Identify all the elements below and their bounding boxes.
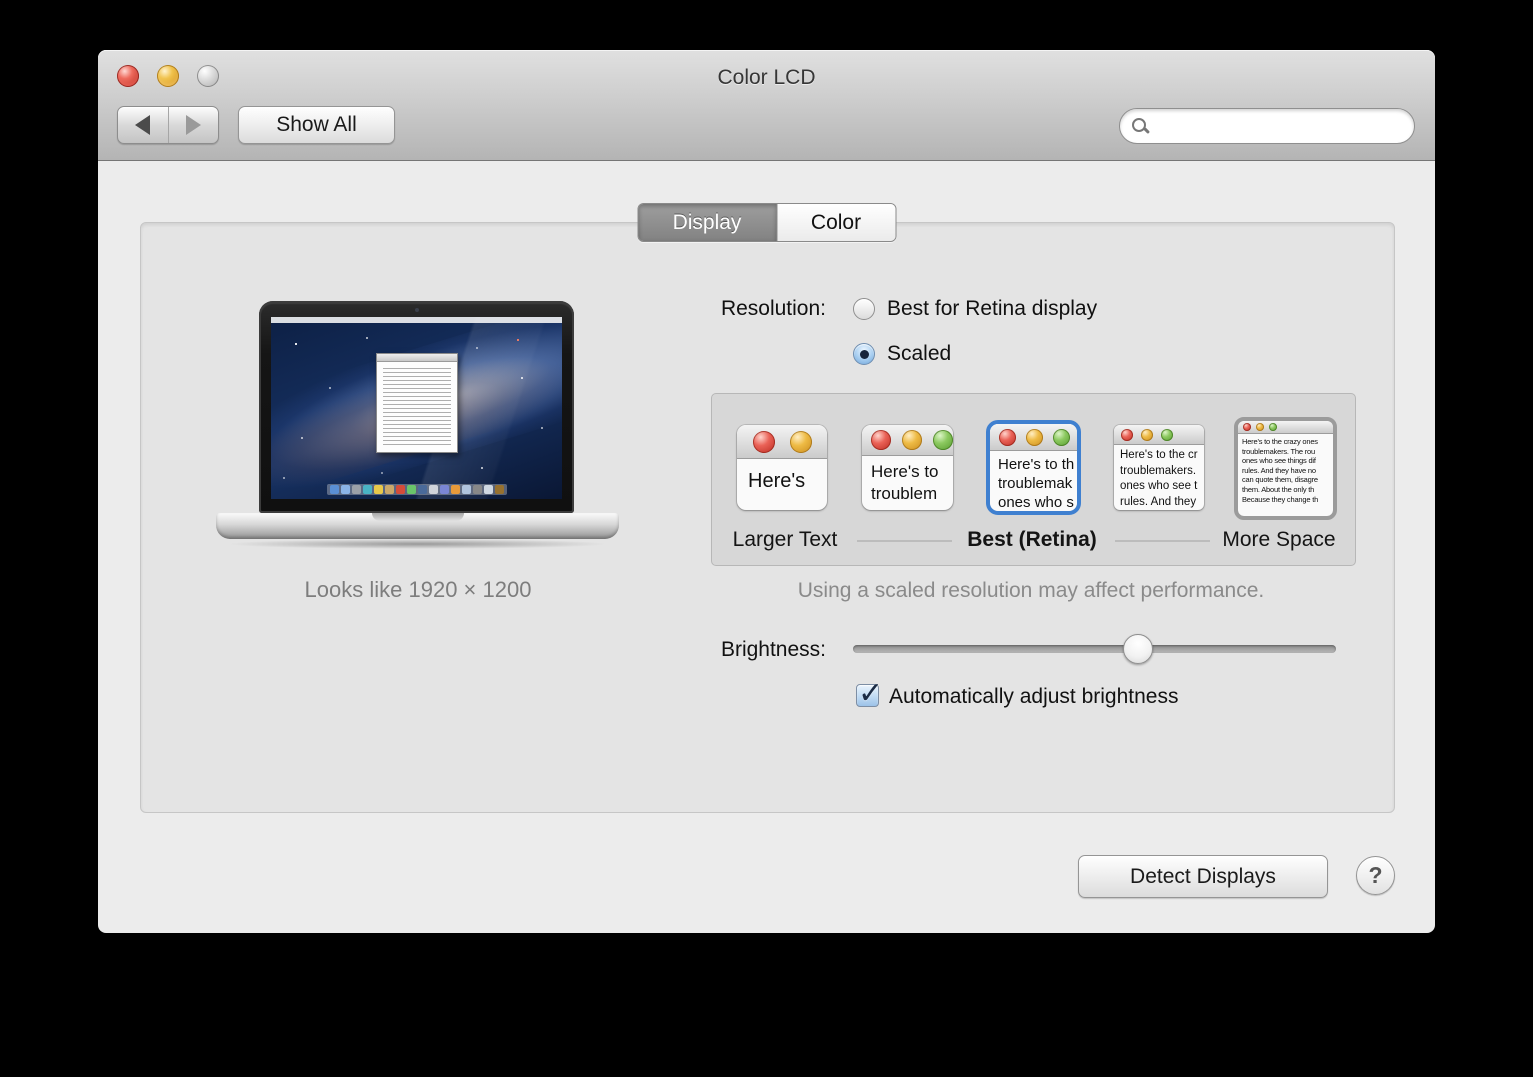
scaled-options-box: Here's Here's to troublem Here's to th t (711, 393, 1356, 566)
radio-row-best: Best for Retina display (853, 297, 1097, 321)
show-all-button[interactable]: Show All (238, 106, 395, 144)
scaled-resolution-note: Using a scaled resolution may affect per… (797, 579, 1265, 602)
auto-brightness-checkbox[interactable]: ✓ (856, 677, 883, 710)
thumb-titlebar (862, 425, 953, 456)
resolution-label: Resolution: (720, 297, 826, 320)
radio-scaled[interactable] (853, 343, 875, 365)
display-preview-image (259, 301, 574, 513)
scaled-option-4[interactable]: Here's to the cr troublemakers. ones who… (1114, 425, 1204, 510)
brightness-track[interactable] (853, 645, 1336, 653)
scaled-option-more-space[interactable]: Here's to the crazy ones troublemakers. … (1234, 417, 1337, 520)
brightness-knob[interactable] (1122, 634, 1153, 664)
mini-window-titlebar (377, 354, 457, 362)
mini-window-text (383, 368, 451, 446)
titlebar: Color LCD Show All (98, 50, 1435, 161)
tab-color[interactable]: Color (776, 204, 895, 241)
thumb-titlebar (737, 425, 827, 459)
window-title: Color LCD (717, 66, 816, 89)
scaled-option-best-retina-selected[interactable]: Here's to th troublemak ones who s (986, 420, 1081, 515)
color-lcd-preferences-window: Color LCD Show All Display Color Looks l… (98, 50, 1435, 933)
label-divider (857, 540, 952, 542)
label-divider (1115, 540, 1210, 542)
scaled-option-2[interactable]: Here's to troublem (862, 425, 953, 510)
radio-scaled-label: Scaled (887, 342, 952, 365)
thumb-titlebar (1114, 425, 1204, 445)
laptop-notch (371, 513, 464, 521)
radio-best-for-retina[interactable] (853, 298, 875, 320)
mini-dock (326, 484, 507, 495)
checkmark-icon: ✓ (858, 677, 884, 710)
help-button[interactable]: ? (1356, 856, 1395, 895)
larger-text-label: Larger Text (732, 528, 838, 551)
looks-like-label: Looks like 1920 × 1200 (304, 577, 532, 602)
search-field[interactable] (1119, 108, 1415, 144)
tab-display[interactable]: Display (638, 204, 776, 241)
thumb-window: Here's to th troublemak ones who s (990, 424, 1077, 511)
scaled-option-larger-text[interactable]: Here's (737, 425, 827, 510)
forward-icon (185, 115, 201, 135)
mini-textedit-window (376, 353, 458, 453)
more-space-label: More Space (1222, 528, 1336, 551)
auto-brightness-label: Automatically adjust brightness (889, 685, 1179, 708)
back-icon (135, 115, 151, 135)
laptop-base (216, 513, 619, 539)
history-nav (117, 106, 219, 144)
detect-displays-button[interactable]: Detect Displays (1078, 855, 1328, 898)
laptop-screen (271, 317, 562, 499)
brightness-label: Brightness: (720, 638, 826, 661)
tab-bar: Display Color (637, 203, 896, 242)
back-button[interactable] (118, 107, 168, 143)
desktop-background: Color LCD Show All Display Color Looks l… (0, 0, 1533, 1077)
camera-dot-icon (414, 308, 419, 312)
search-icon (1132, 117, 1150, 135)
radio-best-label: Best for Retina display (887, 297, 1098, 320)
search-input[interactable] (1150, 109, 1414, 143)
mini-menubar (271, 317, 562, 323)
brightness-slider[interactable] (853, 634, 1336, 664)
laptop-shadow (226, 539, 609, 549)
thumb-titlebar (990, 424, 1077, 451)
best-retina-label: Best (Retina) (967, 528, 1097, 551)
display-settings-panel: Looks like 1920 × 1200 Resolution: Best … (140, 222, 1395, 813)
thumb-titlebar (1238, 421, 1333, 434)
forward-button[interactable] (167, 107, 219, 143)
thumb-window: Here's to the crazy ones troublemakers. … (1238, 421, 1333, 516)
radio-row-scaled: Scaled (853, 342, 951, 366)
